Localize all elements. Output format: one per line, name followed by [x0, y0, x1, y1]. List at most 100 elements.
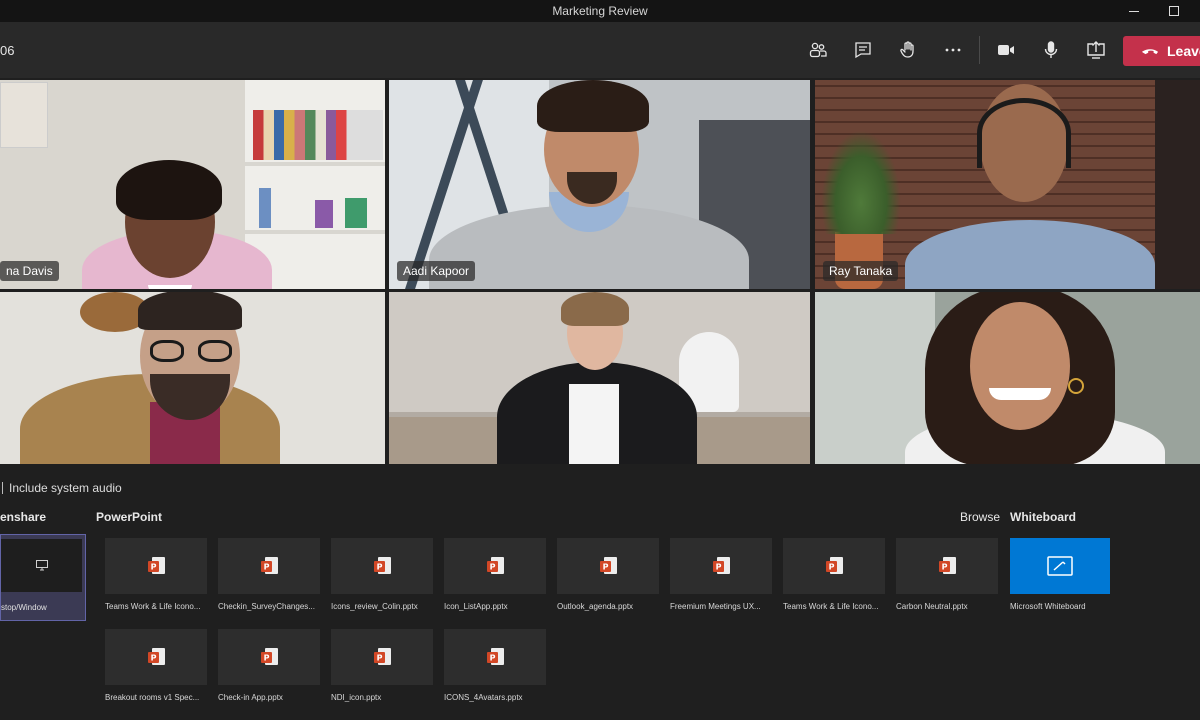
svg-text:P: P [828, 562, 834, 571]
maximize-button[interactable] [1154, 0, 1194, 22]
toggle-icon [0, 482, 3, 494]
svg-text:P: P [376, 562, 382, 571]
video-tile-6[interactable] [815, 292, 1200, 464]
raise-hand-icon [900, 41, 914, 58]
powerpoint-file-card[interactable]: P [331, 538, 433, 594]
window-title: Marketing Review [552, 4, 648, 18]
hang-up-icon [1141, 49, 1159, 55]
whiteboard-icon [1047, 556, 1073, 576]
powerpoint-section-label: PowerPoint [96, 510, 163, 524]
system-audio-toggle[interactable]: Include system audio [0, 481, 122, 495]
leave-button[interactable]: Leave [1123, 36, 1200, 66]
svg-text:P: P [489, 562, 495, 571]
powerpoint-file-icon: P [712, 556, 730, 574]
microphone-button[interactable] [1034, 34, 1068, 66]
video-tile-5[interactable] [389, 292, 810, 464]
monitor-icon [35, 560, 48, 571]
plant [821, 130, 901, 234]
powerpoint-file-name: NDI_icon.pptx [331, 693, 382, 702]
powerpoint-file-card[interactable]: P [444, 629, 546, 685]
participants-button[interactable] [801, 34, 835, 66]
video-tile-3[interactable]: Ray Tanaka [815, 80, 1200, 289]
powerpoint-file-icon: P [147, 556, 165, 574]
powerpoint-file-icon: P [486, 556, 504, 574]
powerpoint-file-icon: P [825, 556, 843, 574]
wall-picture [0, 82, 48, 148]
meeting-timer: 06 [0, 43, 15, 58]
browse-link[interactable]: Browse [960, 510, 1000, 524]
video-tile-2[interactable]: Aadi Kapoor [389, 80, 810, 289]
svg-text:P: P [376, 653, 382, 662]
meeting-toolbar: 06 Leav [0, 22, 1200, 78]
svg-text:P: P [941, 562, 947, 571]
powerpoint-file-icon: P [373, 556, 391, 574]
share-screen-icon [1087, 41, 1105, 59]
desktop-card-caption: stop/Window [1, 603, 47, 612]
powerpoint-file-name: Breakout rooms v1 Spec... [105, 693, 200, 702]
raise-hand-button[interactable] [891, 34, 925, 66]
powerpoint-file-card[interactable]: P [218, 629, 320, 685]
camera-button[interactable] [989, 34, 1023, 66]
more-actions-button[interactable] [936, 34, 970, 66]
powerpoint-file-name: Freemium Meetings UX... [670, 602, 761, 611]
more-icon [945, 48, 961, 52]
powerpoint-file-name: Check-in App.pptx [218, 693, 283, 702]
screenshare-section-label: enshare [0, 510, 47, 524]
powerpoint-file-icon: P [486, 647, 504, 665]
powerpoint-file-card[interactable]: P [557, 538, 659, 594]
video-tile-1[interactable]: na Davis [0, 80, 385, 289]
participant-name-tag: na Davis [0, 261, 59, 281]
powerpoint-file-icon: P [147, 647, 165, 665]
svg-text:P: P [263, 653, 269, 662]
powerpoint-file-name: Icon_ListApp.pptx [444, 602, 508, 611]
title-bar: Marketing Review [0, 0, 1200, 22]
powerpoint-file-card[interactable]: P [444, 538, 546, 594]
system-audio-label: Include system audio [9, 481, 122, 495]
powerpoint-file-name: Teams Work & Life Icono... [783, 602, 879, 611]
powerpoint-file-card[interactable]: P [670, 538, 772, 594]
maximize-icon [1169, 6, 1179, 16]
powerpoint-file-icon: P [373, 647, 391, 665]
leave-label: Leave [1167, 43, 1200, 59]
powerpoint-file-name: Teams Work & Life Icono... [105, 602, 201, 611]
camera-icon [998, 45, 1014, 55]
share-desktop-card[interactable]: stop/Window [0, 534, 86, 621]
microphone-icon [1044, 41, 1058, 58]
svg-text:P: P [150, 653, 156, 662]
chat-button[interactable] [846, 34, 880, 66]
whiteboard-card-caption: Microsoft Whiteboard [1010, 602, 1086, 611]
powerpoint-file-name: Outlook_agenda.pptx [557, 602, 634, 611]
powerpoint-file-name: Checkin_SurveyChanges... [218, 602, 315, 611]
participant-name-tag: Ray Tanaka [823, 261, 899, 281]
powerpoint-file-name: Icons_review_Colin.pptx [331, 602, 418, 611]
people-icon [809, 42, 827, 58]
chat-icon [855, 42, 871, 59]
powerpoint-file-card[interactable]: P [783, 538, 885, 594]
powerpoint-file-icon: P [599, 556, 617, 574]
participant-name-tag: Aadi Kapoor [397, 261, 476, 281]
toolbar-divider [979, 36, 980, 64]
minimize-icon [1129, 10, 1139, 12]
powerpoint-file-card[interactable]: P [218, 538, 320, 594]
minimize-button[interactable] [1114, 0, 1154, 22]
books [253, 110, 383, 160]
whiteboard-card[interactable] [1010, 538, 1110, 594]
svg-text:P: P [150, 562, 156, 571]
share-tray: Include system audio enshare PowerPoint … [0, 464, 1200, 720]
powerpoint-file-icon: P [260, 647, 278, 665]
powerpoint-file-card[interactable]: P [105, 629, 207, 685]
powerpoint-file-card[interactable]: P [896, 538, 998, 594]
svg-text:P: P [715, 562, 721, 571]
share-content-button[interactable] [1079, 34, 1113, 66]
powerpoint-file-card[interactable]: P [105, 538, 207, 594]
video-tile-4[interactable] [0, 292, 385, 464]
powerpoint-file-icon: P [938, 556, 956, 574]
whiteboard-section-label: Whiteboard [1010, 510, 1076, 524]
powerpoint-file-icon: P [260, 556, 278, 574]
powerpoint-file-name: ICONS_4Avatars.pptx [444, 693, 523, 702]
svg-text:P: P [602, 562, 608, 571]
svg-text:P: P [263, 562, 269, 571]
powerpoint-file-name: Carbon Neutral.pptx [896, 602, 968, 611]
svg-text:P: P [489, 653, 495, 662]
powerpoint-file-card[interactable]: P [331, 629, 433, 685]
